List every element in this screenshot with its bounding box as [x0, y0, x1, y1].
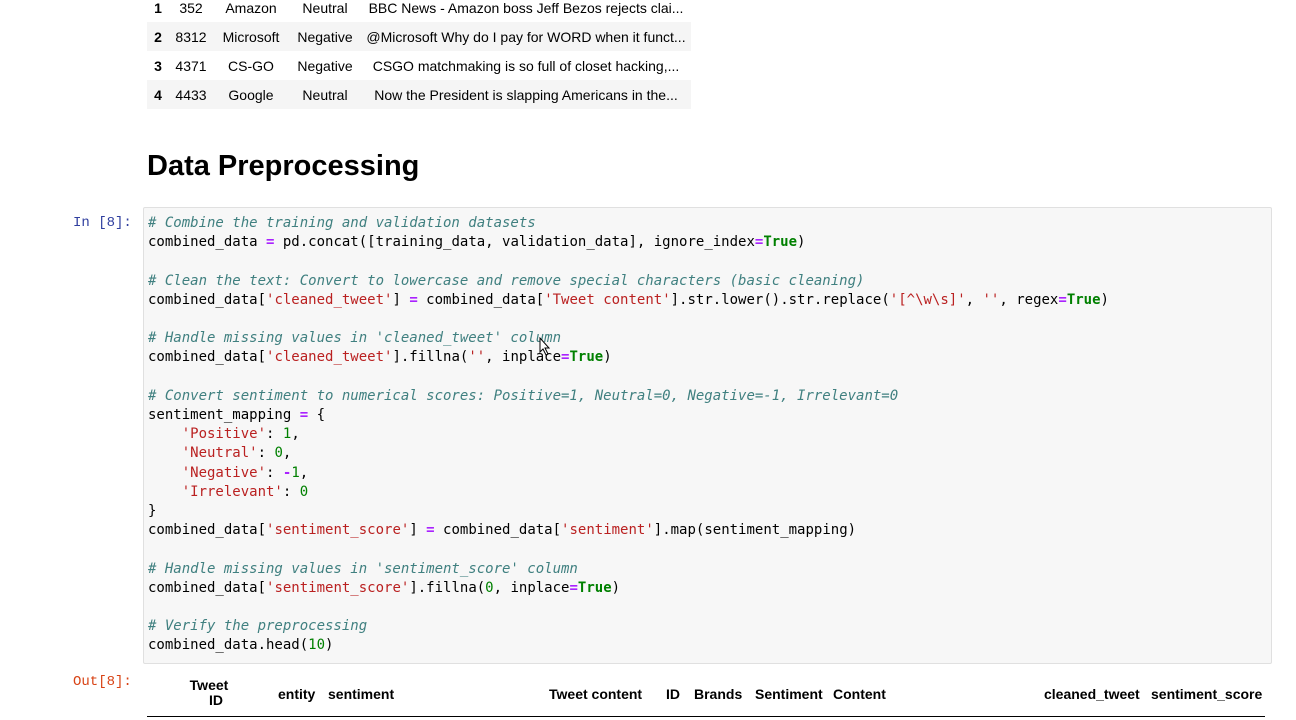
cell-entity: Google	[213, 80, 289, 109]
cell-entity: Amazon	[213, 0, 289, 22]
column-header-cleaned-tweet: cleaned_tweet	[1044, 686, 1140, 702]
cell-id: 352	[169, 0, 213, 22]
column-header-id: ID	[666, 686, 680, 702]
row-index: 4	[147, 80, 169, 109]
cell-sentiment: Neutral	[289, 0, 361, 22]
code-comment: # Verify the preprocessing	[148, 618, 368, 635]
code-comment: # Clean the text: Convert to lowercase a…	[148, 272, 865, 289]
cell-sentiment: Negative	[289, 51, 361, 80]
column-header-sentiment-score: sentiment_score	[1151, 686, 1263, 702]
column-header-sentiment-cap: Sentiment	[755, 686, 823, 702]
column-header-content: Content	[833, 686, 886, 702]
output-prompt: Out[8]:	[73, 674, 132, 690]
code-block[interactable]: # Combine the training and validation da…	[148, 214, 1109, 656]
cell-content: Now the President is slapping Americans …	[361, 80, 691, 109]
cell-id: 8312	[169, 22, 213, 51]
row-index: 3	[147, 51, 169, 80]
column-header-sentiment: sentiment	[328, 686, 395, 702]
cell-content: CSGO matchmaking is so full of closet ha…	[361, 51, 691, 80]
row-index: 2	[147, 22, 169, 51]
cell-sentiment: Neutral	[289, 80, 361, 109]
table-row: 3 4371 CS-GO Negative CSGO matchmaking i…	[147, 51, 691, 80]
table-row: 4 4433 Google Neutral Now the President …	[147, 80, 691, 109]
code-comment: # Combine the training and validation da…	[148, 215, 536, 231]
i-beam-cursor-icon	[539, 337, 550, 356]
table-row: 1 352 Amazon Neutral BBC News - Amazon b…	[147, 0, 691, 22]
table-row: 2 8312 Microsoft Negative @Microsoft Why…	[147, 22, 691, 51]
code-comment: # Handle missing values in 'cleaned_twee…	[148, 330, 562, 347]
cell-entity: Microsoft	[213, 22, 289, 51]
code-comment: # Convert sentiment to numerical scores:…	[148, 387, 899, 404]
column-header-tweet-id: Tweet ID	[189, 677, 229, 708]
output-table-header: Tweet ID entity sentiment Tweet content I…	[147, 676, 1265, 717]
column-header-tweet-content: Tweet content	[549, 686, 643, 702]
column-header-brands: Brands	[694, 686, 743, 702]
row-index: 1	[147, 0, 169, 22]
code-comment: # Handle missing values in 'sentiment_sc…	[148, 560, 578, 577]
cell-content: BBC News - Amazon boss Jeff Bezos reject…	[361, 0, 691, 22]
cell-id: 4371	[169, 51, 213, 80]
cell-entity: CS-GO	[213, 51, 289, 80]
cell-sentiment: Negative	[289, 22, 361, 51]
section-heading: Data Preprocessing	[147, 150, 420, 182]
previous-output-table: 1 352 Amazon Neutral BBC News - Amazon b…	[147, 0, 691, 109]
column-header-entity: entity	[278, 686, 316, 702]
code-cell-editor[interactable]: # Combine the training and validation da…	[143, 207, 1272, 664]
cell-content: @Microsoft Why do I pay for WORD when it…	[361, 22, 691, 51]
cell-id: 4433	[169, 80, 213, 109]
input-prompt: In [8]:	[73, 215, 132, 231]
